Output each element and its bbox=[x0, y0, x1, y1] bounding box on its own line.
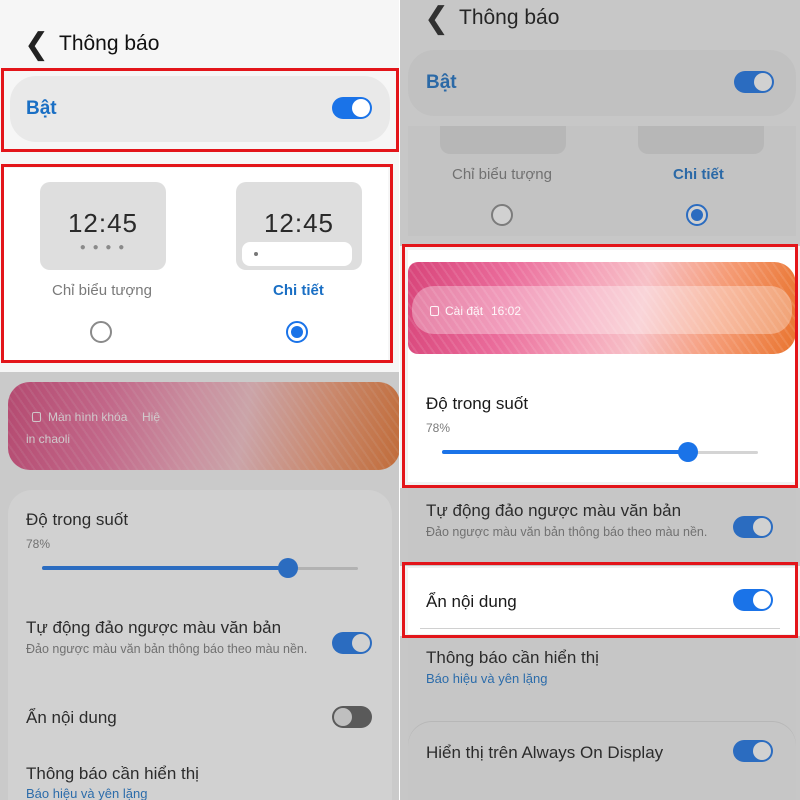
icons-only-preview[interactable] bbox=[440, 126, 566, 154]
highlight-box bbox=[1, 164, 393, 363]
master-toggle-switch[interactable] bbox=[734, 71, 774, 93]
auto-invert-toggle[interactable] bbox=[332, 632, 372, 654]
detailed-preview[interactable] bbox=[638, 126, 764, 154]
master-toggle-row[interactable]: Bật bbox=[408, 50, 796, 116]
auto-invert-description: Đảo ngược màu văn bản thông báo theo màu… bbox=[26, 642, 308, 656]
preview-app-suffix: Hiệ bbox=[142, 410, 161, 424]
auto-invert-description: Đảo ngược màu văn bản thông báo theo màu… bbox=[426, 525, 708, 539]
transparency-label: Độ trong suốt bbox=[26, 510, 129, 529]
master-toggle-label: Bật bbox=[426, 72, 457, 93]
app-icon bbox=[32, 412, 41, 422]
option-icons-only-radio[interactable] bbox=[491, 204, 513, 226]
transparency-value: 78% bbox=[26, 537, 51, 551]
transparency-slider-handle[interactable] bbox=[278, 558, 298, 578]
back-icon[interactable]: ❮ bbox=[24, 30, 49, 60]
aod-label: Hiển thị trên Always On Display bbox=[426, 743, 664, 762]
page-title: Thông báo bbox=[59, 32, 160, 55]
highlight-box bbox=[1, 68, 399, 152]
auto-invert-label: Tự động đảo ngược màu văn bản bbox=[426, 501, 682, 520]
notify-to-show-value[interactable]: Báo hiệu và yên lặng bbox=[26, 786, 147, 800]
hide-content-label: Ẩn nội dung bbox=[26, 708, 117, 727]
lockscreen-preview: Màn hình khóa Hiệ in chaoli bbox=[8, 382, 400, 470]
left-screenshot-panel: ❮ Thông báo Bật 12:45 ● ● ● ● 12:45 Chỉ … bbox=[0, 0, 400, 800]
preview-app-name: Màn hình khóa bbox=[48, 410, 128, 424]
option-icons-only-label: Chỉ biểu tượng bbox=[452, 166, 552, 183]
highlight-box bbox=[402, 562, 798, 638]
option-detailed-label: Chi tiết bbox=[673, 166, 724, 183]
auto-invert-toggle[interactable] bbox=[733, 516, 773, 538]
back-icon[interactable]: ❮ bbox=[424, 4, 449, 34]
page-title: Thông báo bbox=[459, 6, 560, 29]
transparency-slider-fill bbox=[42, 566, 288, 570]
aod-toggle[interactable] bbox=[733, 740, 773, 762]
highlight-box bbox=[402, 244, 798, 488]
right-screenshot-panel: ❮ Thông báo Bật Chỉ biểu tượng Chi tiết … bbox=[400, 0, 800, 800]
notify-to-show-label: Thông báo cần hiển thị bbox=[26, 764, 199, 783]
notify-to-show-label: Thông báo cần hiển thị bbox=[426, 648, 599, 667]
hide-content-toggle[interactable] bbox=[332, 706, 372, 728]
option-detailed-radio[interactable] bbox=[686, 204, 708, 226]
notify-to-show-value[interactable]: Báo hiệu và yên lặng bbox=[426, 671, 547, 686]
auto-invert-label: Tự động đảo ngược màu văn bản bbox=[26, 618, 282, 637]
notification-style-card: Chỉ biểu tượng Chi tiết bbox=[408, 126, 796, 236]
preview-message: in chaoli bbox=[26, 432, 71, 446]
